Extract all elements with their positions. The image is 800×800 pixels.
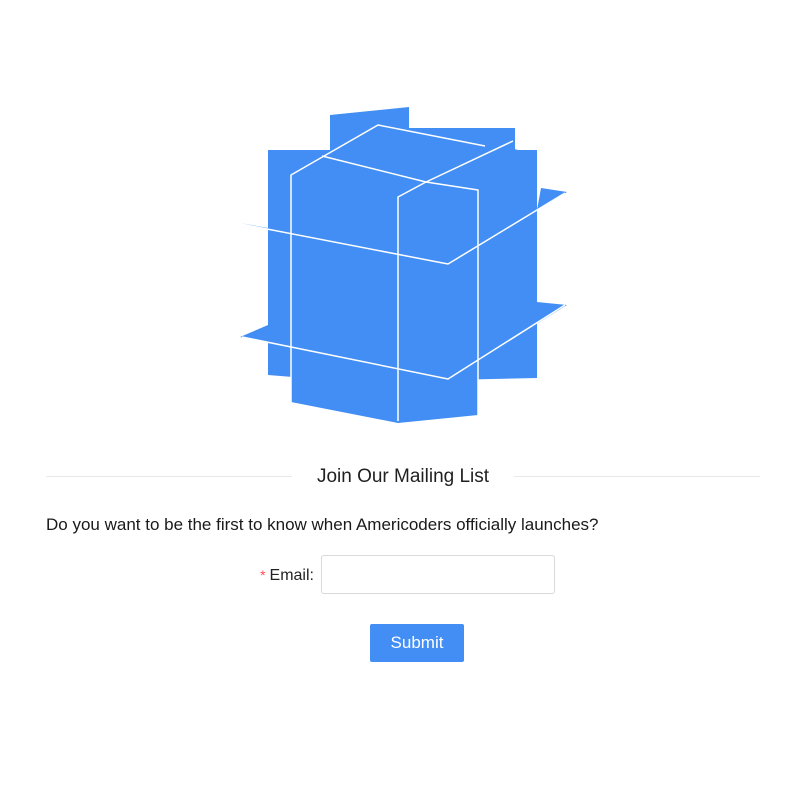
launch-question: Do you want to be the first to know when…: [46, 515, 599, 534]
divider-line-right: [514, 476, 760, 477]
email-label: * Email:: [230, 564, 314, 587]
section-divider: Join Our Mailing List: [46, 460, 760, 494]
email-field[interactable]: [321, 555, 555, 594]
required-star: *: [260, 567, 266, 583]
submit-button[interactable]: Submit: [370, 624, 464, 662]
divider-line-left: [46, 476, 292, 477]
email-label-text: Email: [269, 567, 310, 584]
mailing-list-page: Join Our Mailing List Do you want to be …: [0, 0, 800, 800]
cube-logo: [240, 107, 567, 423]
email-label-colon: :: [309, 567, 314, 584]
section-title: Join Our Mailing List: [316, 466, 490, 487]
